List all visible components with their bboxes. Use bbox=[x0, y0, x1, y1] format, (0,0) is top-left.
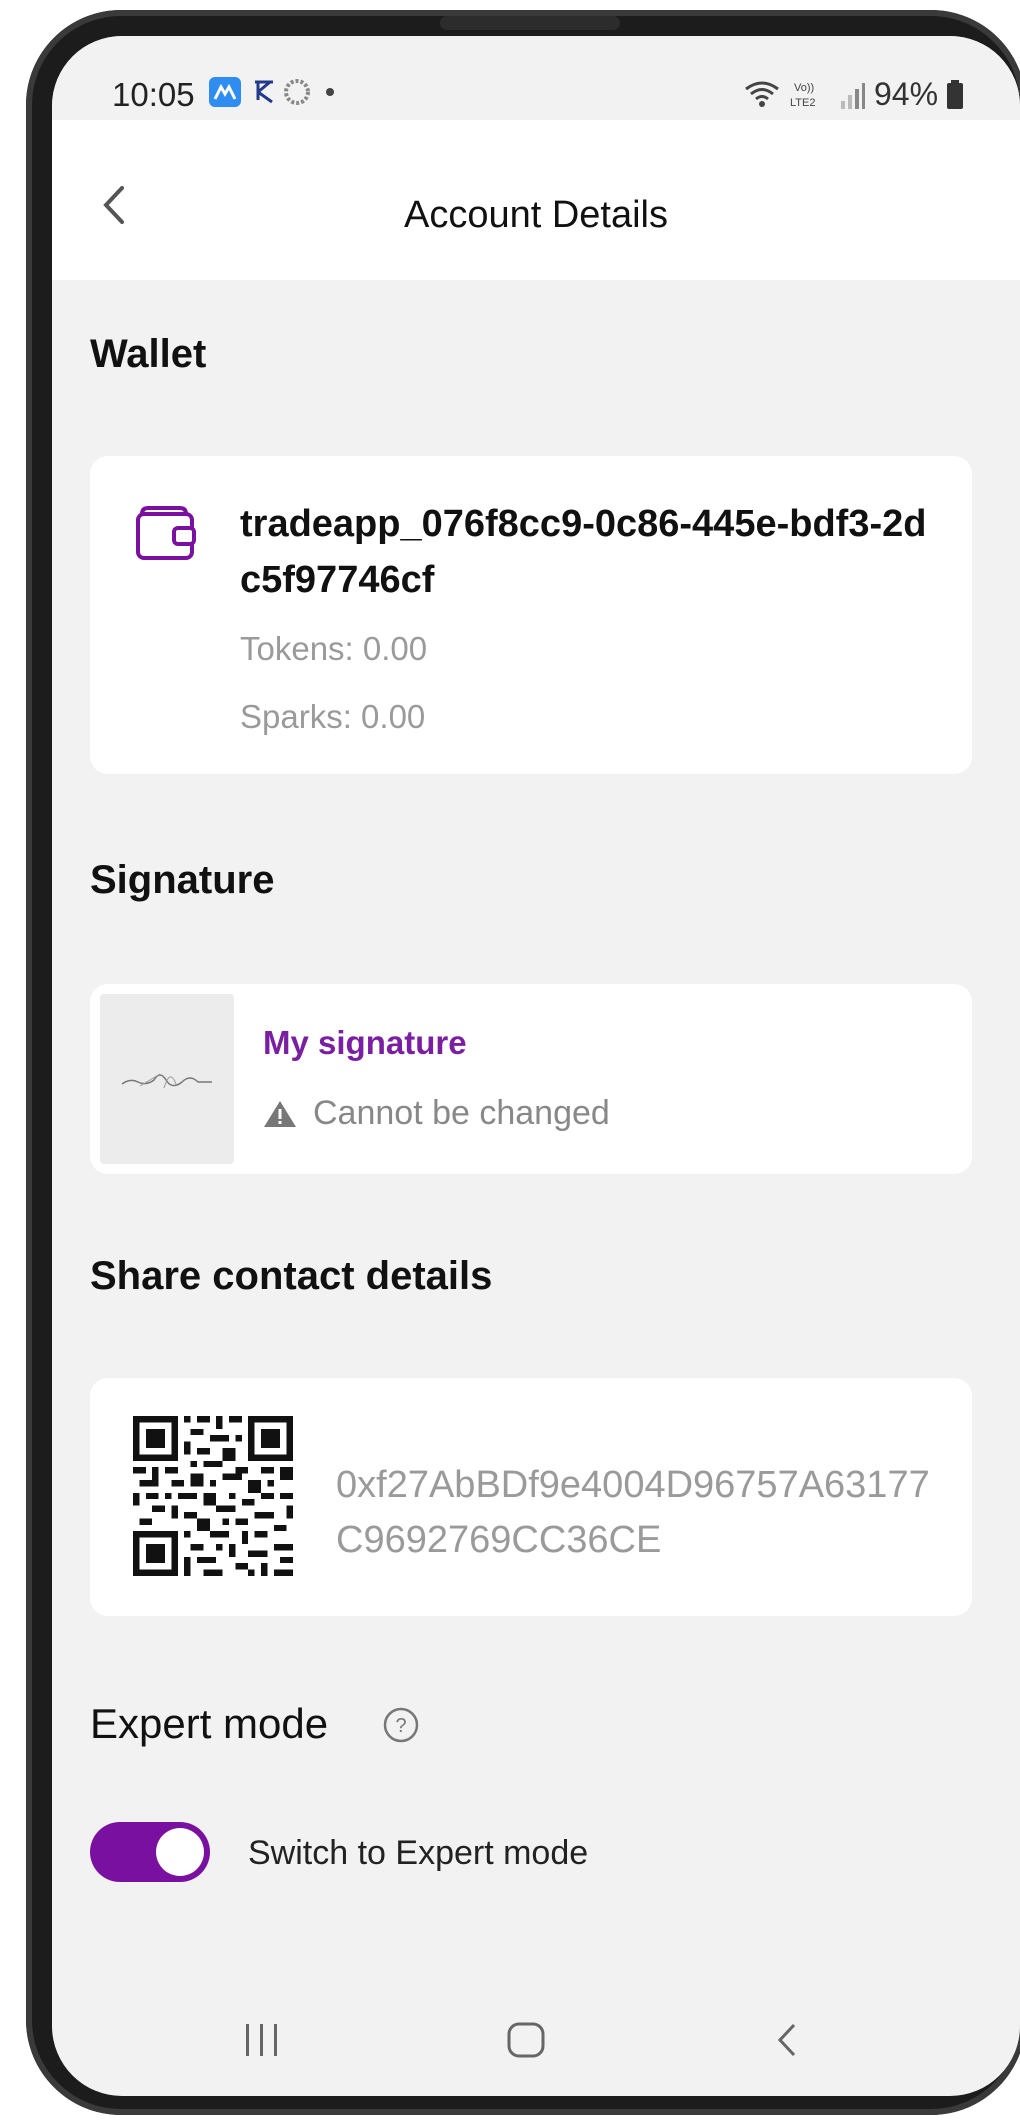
warning-icon bbox=[264, 1100, 296, 1127]
signature-scribble-icon bbox=[121, 1073, 212, 1089]
expert-mode-toggle[interactable] bbox=[90, 1822, 210, 1882]
volte-icon: Vo)) LTE2 bbox=[790, 82, 815, 109]
wallet-tokens: Tokens: 0.00 bbox=[240, 630, 428, 667]
dot-icon bbox=[326, 88, 334, 96]
battery-icon bbox=[947, 79, 964, 109]
wallet-section-title: Wallet bbox=[90, 332, 207, 376]
status-bar: 10:05 Vo)) LTE2 94% bbox=[52, 36, 1020, 120]
wifi-icon bbox=[745, 81, 779, 107]
expert-section-title: Expert mode bbox=[90, 1700, 329, 1747]
wallet-card[interactable]: tradeapp_076f8cc9-0c86-445e-bdf3-2dc5f97… bbox=[90, 456, 972, 774]
screen: 10:05 Vo)) LTE2 94% Account Details Wall… bbox=[52, 36, 1020, 2096]
signature-card[interactable]: My signature Cannot be changed bbox=[90, 984, 972, 1174]
app-notification-icon bbox=[209, 77, 241, 107]
wallet-sparks: Sparks: 0.00 bbox=[240, 698, 426, 735]
toggle-knob bbox=[156, 1828, 204, 1876]
share-section-title: Share contact details bbox=[90, 1254, 493, 1298]
app-notification-icon-2 bbox=[255, 80, 273, 104]
sync-icon bbox=[284, 79, 310, 105]
app-header: Account Details bbox=[52, 120, 1020, 280]
system-back-icon[interactable] bbox=[772, 2022, 802, 2058]
share-card[interactable]: 0xf27AbBDf9e4004D96757A63177C9692769CC36… bbox=[90, 1378, 972, 1616]
battery-percent: 94% bbox=[874, 76, 939, 112]
status-right: Vo)) LTE2 94% bbox=[742, 76, 964, 113]
recent-apps-icon[interactable] bbox=[242, 2022, 282, 2058]
wallet-name: tradeapp_076f8cc9-0c86-445e-bdf3-2dc5f97… bbox=[240, 503, 927, 601]
wallet-icon bbox=[136, 506, 196, 560]
signature-warning-text: Cannot be changed bbox=[313, 1094, 610, 1132]
svg-text:Vo)): Vo)) bbox=[794, 82, 814, 94]
svg-text:?: ? bbox=[395, 1715, 406, 1737]
signature-label: My signature bbox=[263, 1024, 467, 1061]
phone-speaker bbox=[440, 16, 620, 30]
svg-text:LTE2: LTE2 bbox=[790, 97, 815, 109]
qr-code[interactable] bbox=[130, 1416, 296, 1576]
wallet-address[interactable]: 0xf27AbBDf9e4004D96757A63177C9692769CC36… bbox=[336, 1458, 956, 1568]
status-time: 10:05 bbox=[112, 76, 195, 113]
home-icon[interactable] bbox=[506, 2022, 546, 2058]
signature-thumbnail bbox=[100, 994, 234, 1164]
page-title: Account Details bbox=[403, 194, 668, 236]
signature-section-title: Signature bbox=[90, 858, 275, 902]
help-icon[interactable]: ? bbox=[382, 1706, 420, 1744]
signal-icon bbox=[841, 82, 865, 109]
expert-mode-toggle-label: Switch to Expert mode bbox=[248, 1834, 589, 1872]
system-nav-bar bbox=[52, 1972, 1020, 2096]
signature-warning: Cannot be changed bbox=[263, 1094, 610, 1133]
